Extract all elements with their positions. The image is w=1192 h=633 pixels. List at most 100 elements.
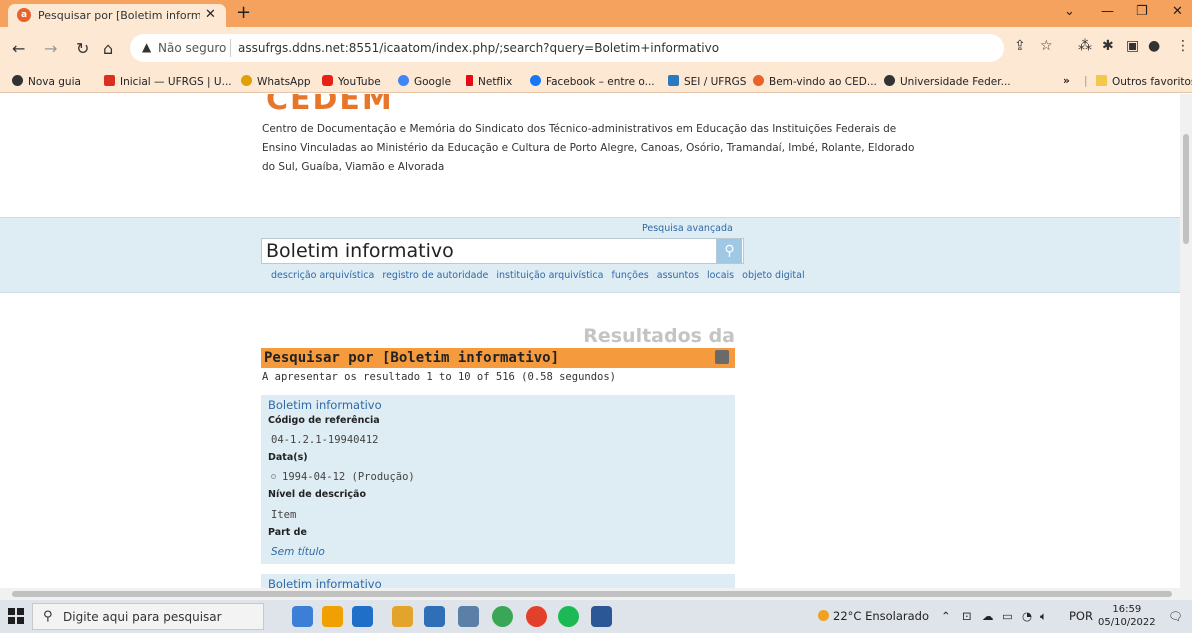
weather-widget[interactable]: 22°C Ensolarado	[818, 609, 929, 623]
forward-icon[interactable]: →	[44, 39, 57, 58]
restore-icon[interactable]: ❐	[1136, 4, 1148, 19]
menu-kebab-icon[interactable]: ⋮	[1176, 38, 1190, 54]
result-title-link[interactable]: Boletim informativo	[268, 398, 382, 412]
bookmark-item[interactable]: Facebook – entre o...	[530, 75, 655, 88]
ufrgs-icon	[104, 75, 115, 86]
tab-search-chevron-icon[interactable]: ⌄	[1064, 4, 1075, 19]
bookmark-item[interactable]: Google	[398, 75, 451, 88]
home-icon[interactable]: ⌂	[103, 39, 113, 58]
globe-icon	[884, 75, 895, 86]
mail-icon[interactable]	[424, 606, 445, 627]
taskbar-search[interactable]: ⚲ Digite aqui para pesquisar	[32, 603, 264, 630]
entity-link-functions[interactable]: funções	[612, 270, 649, 281]
tab-close-icon[interactable]: ✕	[205, 7, 216, 22]
browser-tab-active[interactable]: a Pesquisar por [Boletim informati ✕	[8, 4, 226, 27]
entity-type-links: descrição arquivística registro de autor…	[271, 270, 810, 281]
spotify-icon[interactable]	[558, 606, 579, 627]
bookmark-label: Google	[414, 76, 452, 88]
back-icon[interactable]: ←	[12, 39, 25, 58]
bookmark-label: YouTube	[338, 76, 381, 88]
site-logo[interactable]: CEDEM	[266, 94, 394, 117]
globe-icon	[12, 75, 23, 86]
bookmark-label: Outros favoritos	[1112, 76, 1192, 88]
google-icon	[398, 75, 409, 86]
bookmark-item[interactable]: Bem-vindo ao CED...	[753, 75, 877, 88]
security-status[interactable]: Não seguro	[158, 41, 226, 55]
other-bookmarks-folder[interactable]: Outros favoritos	[1096, 75, 1192, 88]
bookmark-star-icon[interactable]: ☆	[1040, 38, 1053, 54]
more-bookmarks-icon[interactable]: »	[1063, 75, 1070, 87]
sidepanel-icon[interactable]: ▣	[1126, 38, 1139, 54]
file-explorer-icon[interactable]	[392, 606, 413, 627]
extensions-puzzle-icon[interactable]: ✱	[1102, 38, 1114, 54]
bookmark-item[interactable]: WhatsApp	[241, 75, 311, 88]
profile-avatar-icon[interactable]: ●	[1148, 38, 1160, 54]
horizontal-scrollbar[interactable]	[0, 588, 1192, 600]
meet-now-icon[interactable]: ⊡	[962, 609, 972, 623]
search-band: Pesquisa avançada Boletim informativo ⚲ …	[0, 217, 1180, 293]
field-label: Data(s)	[268, 452, 308, 463]
extension-icon[interactable]: ⁂	[1078, 38, 1092, 54]
folder-icon	[1096, 75, 1107, 86]
taskbar-clock[interactable]: 16:59 05/10/2022	[1098, 603, 1156, 629]
notifications-icon[interactable]: 🗨︎	[1168, 609, 1183, 623]
bookmark-item[interactable]: YouTube	[322, 75, 381, 88]
advanced-search-link[interactable]: Pesquisa avançada	[642, 223, 733, 234]
youtube-icon	[322, 75, 333, 86]
search-icon[interactable]: ⚲	[716, 239, 742, 263]
bookmark-item[interactable]: Universidade Feder...	[884, 75, 1011, 88]
address-bar[interactable]: ▲ Não seguro assufrgs.ddns.net:8551/icaa…	[130, 34, 1004, 62]
app-store-icon[interactable]	[352, 606, 373, 627]
scroll-thumb[interactable]	[12, 591, 1172, 597]
facebook-icon	[530, 75, 541, 86]
scroll-thumb[interactable]	[1183, 134, 1189, 244]
print-icon[interactable]	[715, 350, 729, 364]
volume-icon[interactable]: 🔈︎	[1040, 609, 1047, 624]
onedrive-icon[interactable]: ☁	[982, 609, 994, 623]
app-paint-icon[interactable]	[322, 606, 343, 627]
bookmark-label: Universidade Feder...	[900, 76, 1011, 88]
tray-overflow-icon[interactable]: ⌃	[941, 609, 951, 623]
result-item: Boletim informativo Código de referência…	[261, 395, 735, 564]
minimize-icon[interactable]: —	[1101, 4, 1114, 19]
entity-link-authority-record[interactable]: registro de autoridade	[382, 270, 488, 281]
result-title-link[interactable]: Boletim informativo	[268, 577, 382, 588]
entity-link-places[interactable]: locais	[707, 270, 734, 281]
battery-icon[interactable]: ▭	[1002, 609, 1013, 623]
entity-link-archival-description[interactable]: descrição arquivística	[271, 270, 374, 281]
bookmarks-divider: |	[1084, 75, 1088, 87]
whatsapp-icon	[241, 75, 252, 86]
taskbar-search-placeholder: Digite aqui para pesquisar	[63, 610, 222, 624]
url-text[interactable]: assufrgs.ddns.net:8551/icaatom/index.php…	[238, 41, 719, 55]
reload-icon[interactable]: ↻	[76, 39, 89, 58]
date-text: 1994-04-12 (Produção)	[282, 471, 415, 483]
bookmark-item[interactable]: SEI / UFRGS	[668, 75, 746, 88]
cedem-icon	[753, 75, 764, 86]
windows-start-icon[interactable]	[8, 608, 24, 624]
query-header-bar: Pesquisar por [Boletim informativo]	[261, 348, 735, 368]
bookmark-item[interactable]: Netflix	[466, 75, 512, 88]
network-app-icon[interactable]	[458, 606, 479, 627]
chrome-profile-icon[interactable]	[492, 606, 513, 627]
word-icon[interactable]	[591, 606, 612, 627]
share-icon[interactable]: ⇪	[1014, 38, 1026, 54]
bookmark-item[interactable]: Inicial — UFRGS | U...	[104, 75, 232, 88]
entity-link-subjects[interactable]: assuntos	[657, 270, 699, 281]
language-indicator[interactable]: POR	[1069, 609, 1093, 623]
entity-link-archival-institution[interactable]: instituição arquivística	[496, 270, 603, 281]
new-tab-icon[interactable]: +	[236, 2, 251, 23]
wifi-icon[interactable]: ◔	[1022, 609, 1032, 623]
weather-text: 22°C Ensolarado	[833, 609, 930, 623]
chrome-icon[interactable]	[526, 606, 547, 627]
bookmark-label: Nova guia	[28, 76, 81, 88]
entity-link-digital-object[interactable]: objeto digital	[742, 270, 804, 281]
app-photos-icon[interactable]	[292, 606, 313, 627]
vertical-scrollbar[interactable]	[1180, 94, 1192, 588]
sei-icon	[668, 75, 679, 86]
clock-time: 16:59	[1112, 604, 1142, 615]
bookmark-item[interactable]: Nova guia	[12, 75, 81, 88]
window-close-icon[interactable]: ✕	[1172, 4, 1183, 19]
search-input[interactable]: Boletim informativo	[261, 238, 744, 264]
part-of-link[interactable]: Sem título	[271, 546, 325, 558]
bookmark-label: Facebook – entre o...	[546, 76, 655, 88]
